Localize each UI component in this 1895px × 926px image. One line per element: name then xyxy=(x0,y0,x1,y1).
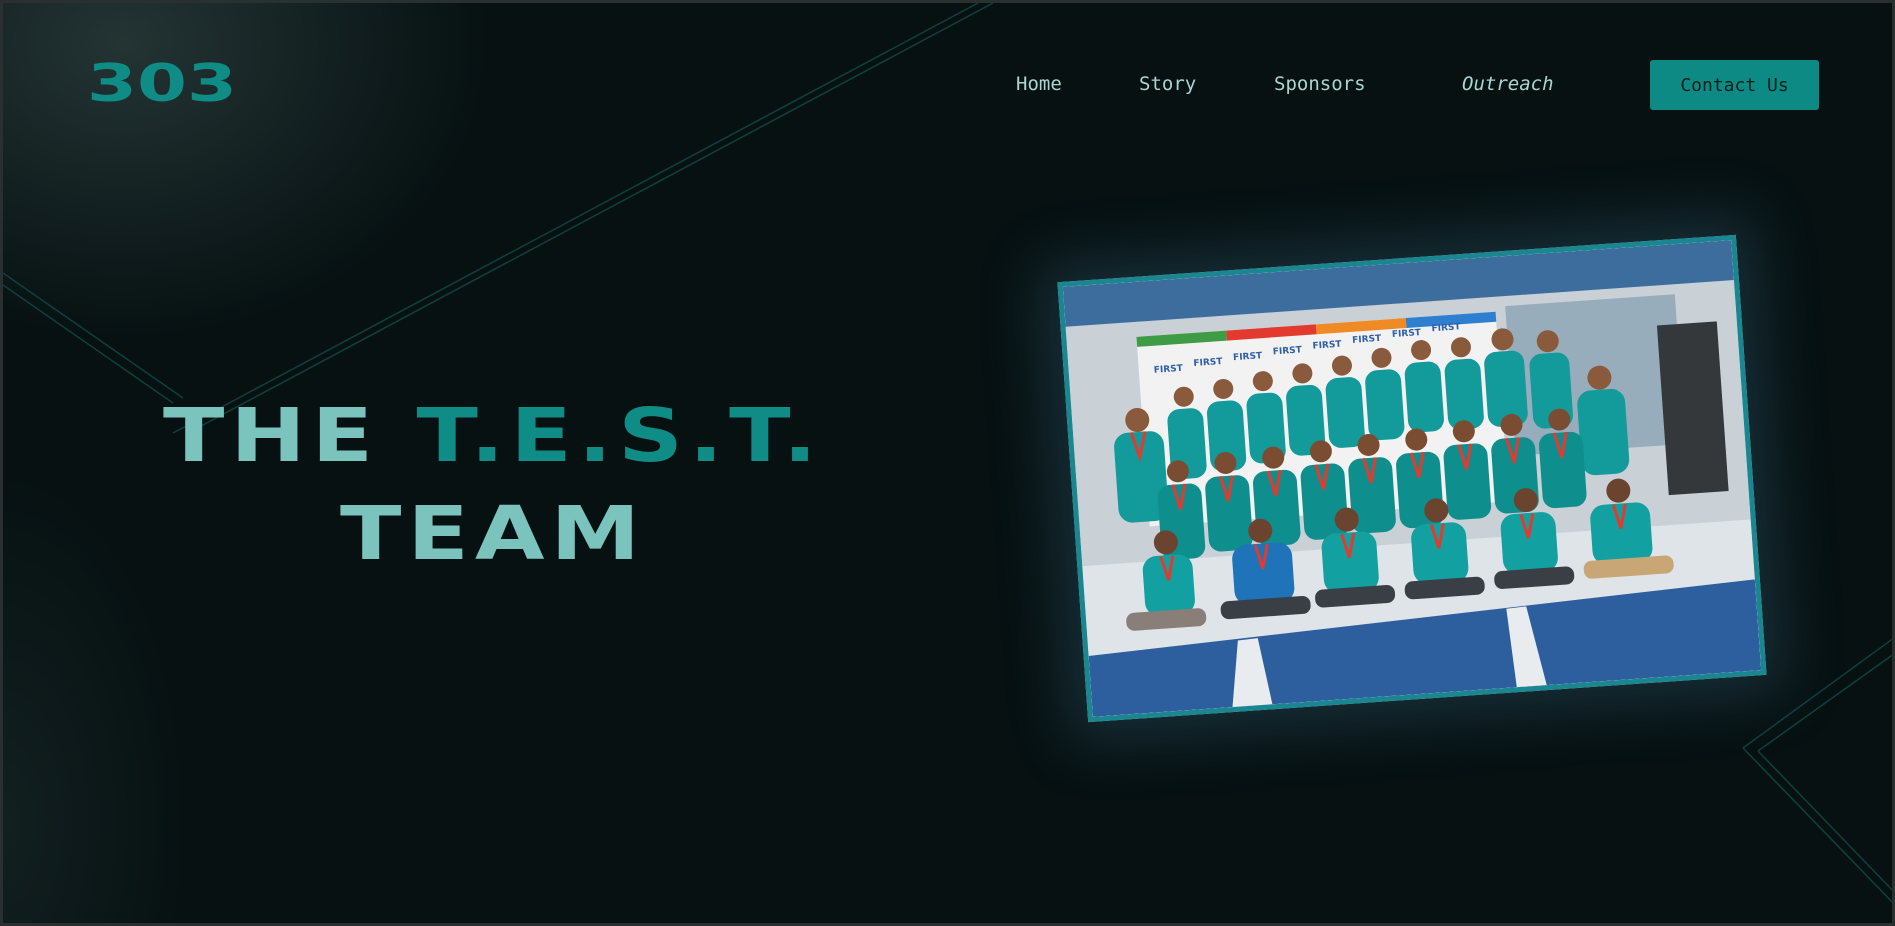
banner-text: FIRST xyxy=(1273,345,1304,357)
banner-text: FIRST xyxy=(1154,364,1185,376)
team-photo: FIRST FIRST FIRST FIRST FIRST FIRST FIRS… xyxy=(1057,234,1767,723)
hero-title-line-1: THE T.E.S.T. xyxy=(63,387,923,485)
logo[interactable]: 303 xyxy=(87,61,239,107)
logo-text: 303 xyxy=(87,61,237,107)
page: 303 Home Story Sponsors Outreach Contact… xyxy=(0,0,1895,926)
hero-title: THE T.E.S.T. TEAM xyxy=(63,387,923,584)
nav-home[interactable]: Home xyxy=(1016,73,1062,95)
banner-text: FIRST xyxy=(1392,328,1423,340)
banner-text: FIRST xyxy=(1312,340,1343,352)
hero-title-accent: T.E.S.T. xyxy=(416,392,824,479)
banner-text: FIRST xyxy=(1233,351,1264,363)
nav-story[interactable]: Story xyxy=(1139,73,1196,95)
banner-text: FIRST xyxy=(1193,357,1224,369)
hero-title-the: THE xyxy=(162,392,417,479)
team-photo-illustration: FIRST FIRST FIRST FIRST FIRST FIRST FIRS… xyxy=(1062,240,1762,717)
banner-text: FIRST xyxy=(1352,334,1383,346)
banner-text: FIRST xyxy=(1431,322,1462,334)
hero-title-line-2: TEAM xyxy=(339,491,647,578)
nav-outreach[interactable]: Outreach xyxy=(1462,73,1554,95)
contact-us-button[interactable]: Contact Us xyxy=(1650,60,1819,110)
nav-sponsors[interactable]: Sponsors xyxy=(1274,73,1366,95)
